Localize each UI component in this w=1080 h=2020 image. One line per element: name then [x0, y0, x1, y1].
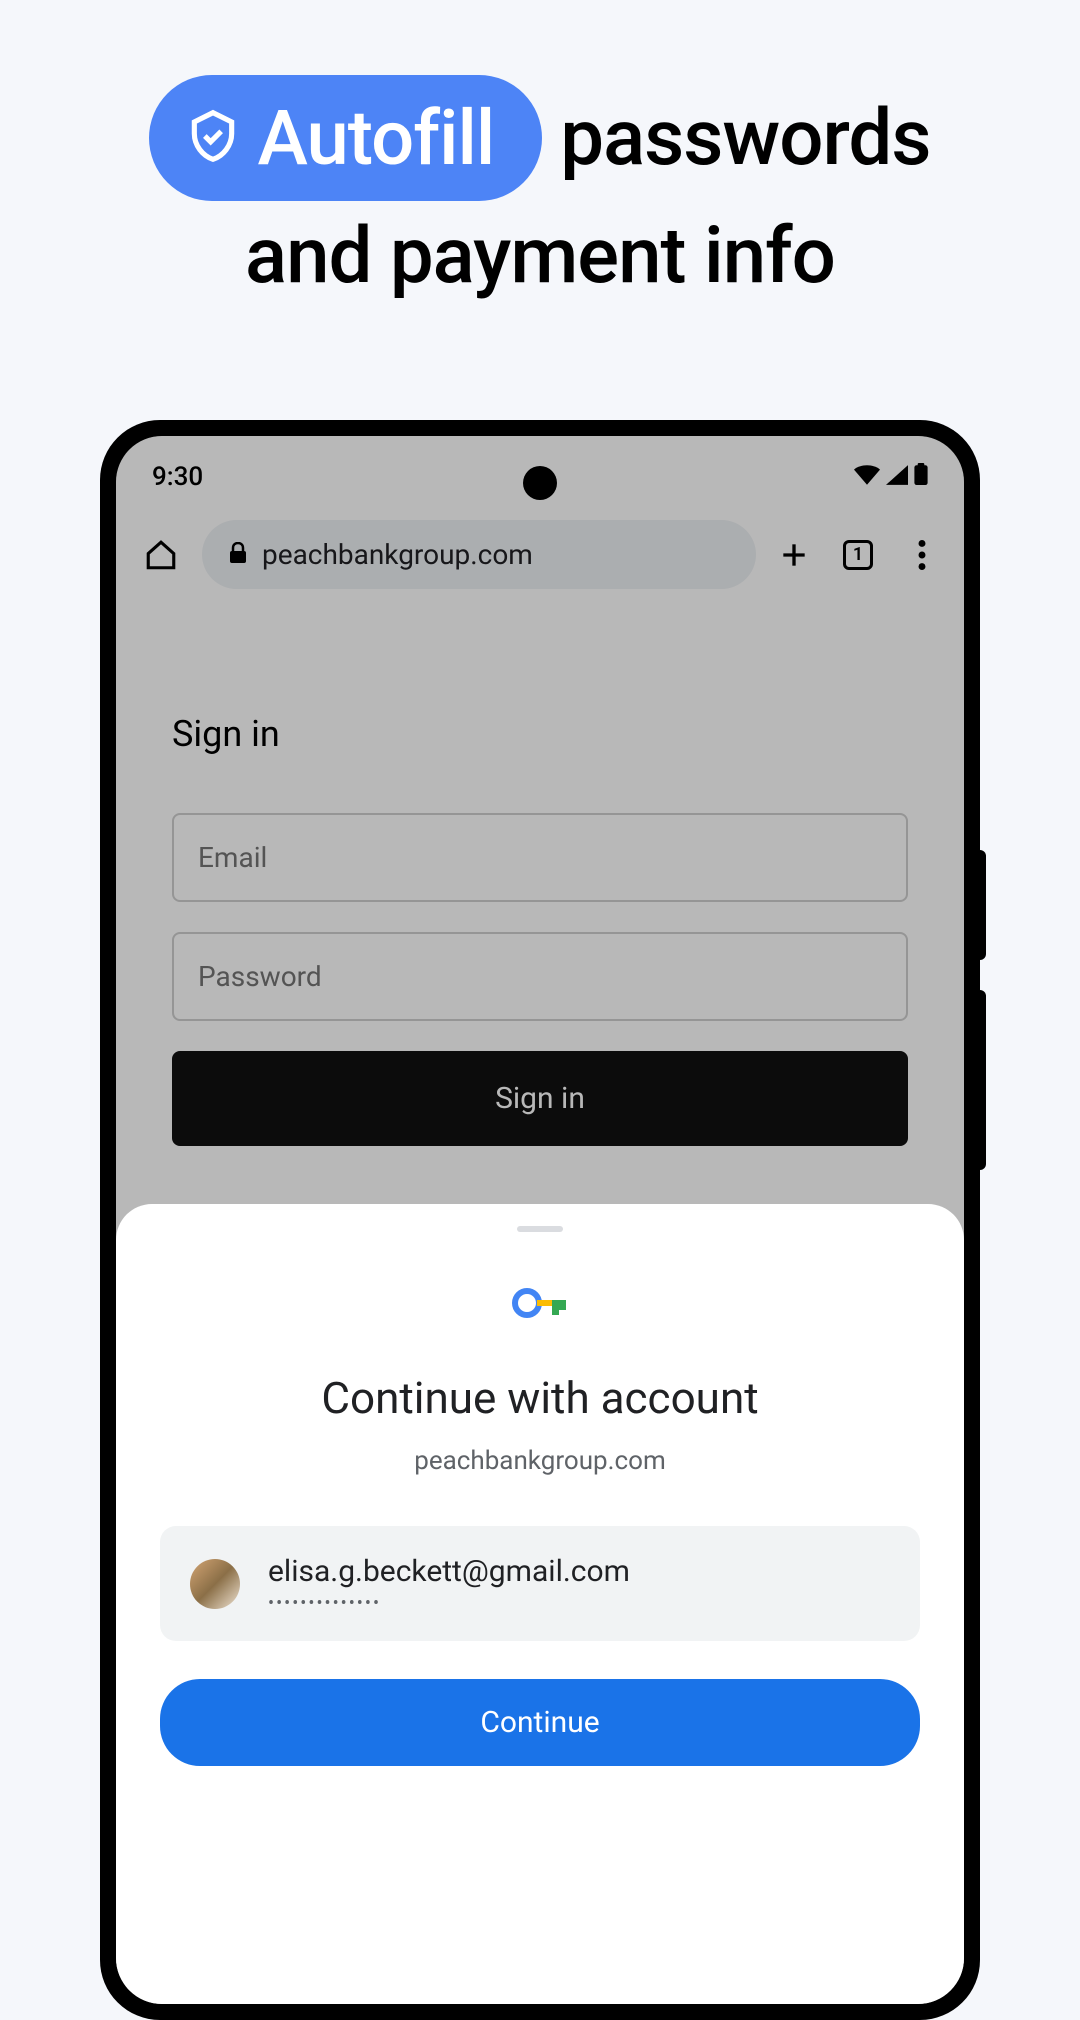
password-manager-icon	[160, 1288, 920, 1318]
avatar	[190, 1559, 240, 1609]
pill-text: Autofill	[257, 93, 494, 183]
sheet-handle[interactable]	[517, 1226, 563, 1232]
headline-line1: Autofill passwords	[60, 75, 1020, 201]
headline-line2: and payment info	[60, 211, 1020, 302]
autofill-sheet: Continue with account peachbankgroup.com…	[116, 1204, 964, 2004]
sheet-domain: peachbankgroup.com	[160, 1446, 920, 1476]
account-option[interactable]: elisa.g.beckett@gmail.com ••••••••••••••	[160, 1526, 920, 1641]
headline-passwords: passwords	[560, 93, 930, 184]
account-email: elisa.g.beckett@gmail.com	[268, 1554, 630, 1589]
continue-button[interactable]: Continue	[160, 1679, 920, 1766]
sheet-title: Continue with account	[160, 1372, 920, 1424]
shield-check-icon	[185, 93, 241, 183]
phone-frame: 9:30 peachbankgroup.c	[100, 420, 980, 2020]
password-mask: ••••••••••••••	[268, 1595, 630, 1613]
phone-side-button	[978, 990, 986, 1170]
phone-side-button	[978, 850, 986, 960]
phone-screen: 9:30 peachbankgroup.c	[116, 436, 964, 2004]
front-camera	[523, 466, 557, 500]
headline: Autofill passwords and payment info	[0, 0, 1080, 302]
autofill-pill: Autofill	[149, 75, 542, 201]
